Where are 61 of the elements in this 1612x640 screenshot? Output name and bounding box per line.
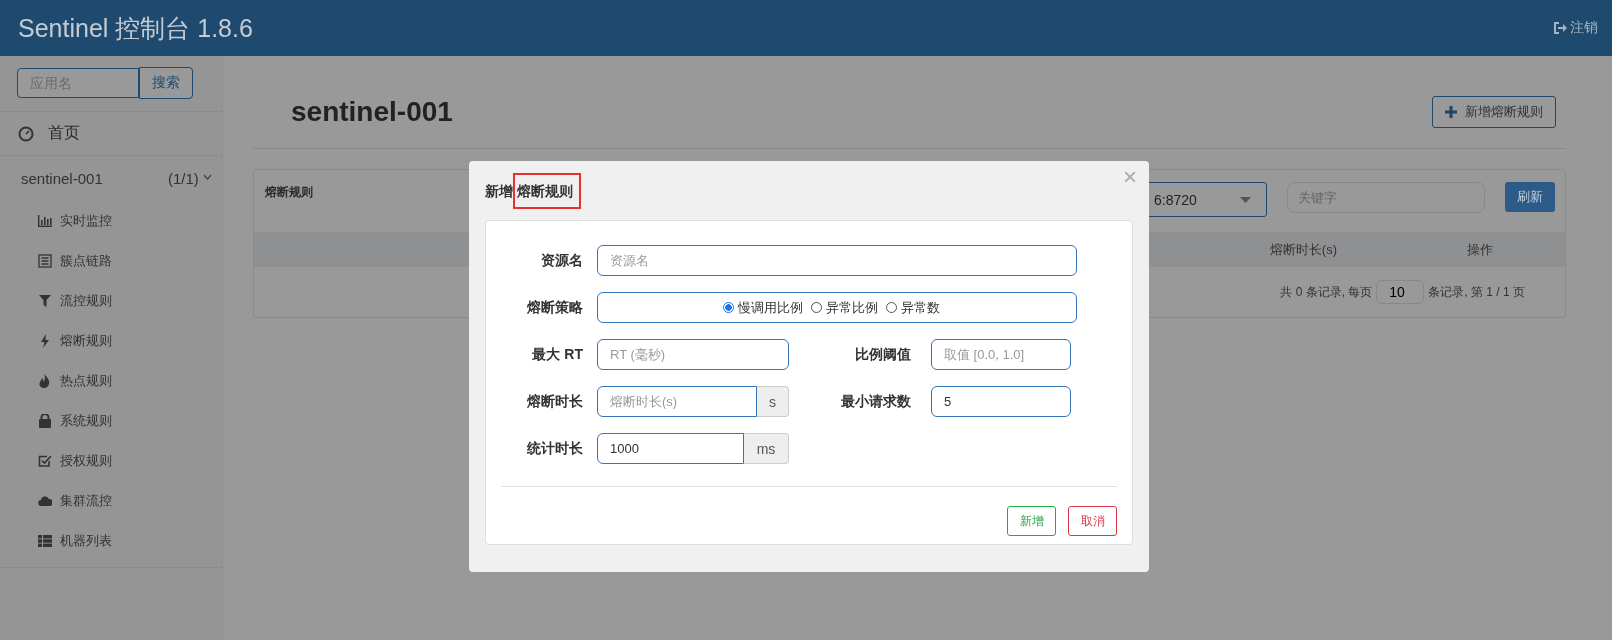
plus-icon	[1445, 106, 1457, 118]
sidebar-menu-item[interactable]: 簇点链路	[0, 241, 222, 281]
lock-icon	[38, 414, 52, 428]
pagination-text: 共 0 条记录, 每页	[1280, 283, 1373, 301]
min-requests-field[interactable]: 5	[931, 386, 1071, 417]
home-menu-item[interactable]: 首页	[0, 111, 222, 156]
field-label: 比例阈值	[854, 345, 911, 364]
ratio-field[interactable]: 取值 [0.0, 1.0]	[931, 339, 1071, 370]
dropdown-icon	[1240, 196, 1251, 203]
flame-icon	[38, 374, 52, 388]
list-icon	[38, 254, 52, 268]
strategy-option[interactable]: 慢调用比例	[722, 298, 803, 317]
field-label: 最大 RT	[531, 345, 583, 364]
app-menu-item[interactable]: sentinel-001 (1/1)	[0, 156, 222, 201]
dashboard-icon	[18, 125, 34, 142]
submit-button[interactable]: 新增	[1007, 506, 1056, 536]
field-label: 最小请求数	[840, 392, 911, 411]
column-header: 操作	[1467, 240, 1493, 259]
unit-label: ms	[744, 433, 789, 464]
sidebar-menu-item[interactable]: 授权规则	[0, 441, 222, 481]
radio-button[interactable]	[885, 302, 897, 313]
page-size-field[interactable]: 10	[1376, 280, 1425, 304]
page-title: sentinel-001	[291, 96, 453, 128]
app-title: Sentinel 控制台 1.8.6	[18, 12, 253, 44]
max-rt-field[interactable]: RT (毫秒)	[597, 339, 789, 370]
dialog-title: 新增	[485, 181, 513, 201]
column-header: 熔断时长(s)	[1269, 240, 1337, 259]
highlighted-title: 熔断规则	[513, 172, 581, 209]
logout-link[interactable]: 注销	[1554, 19, 1598, 37]
sidebar-menu-item[interactable]: 流控规则	[0, 281, 222, 321]
sidebar-menu-item[interactable]: 机器列表	[0, 521, 222, 561]
cancel-button[interactable]: 取消	[1068, 506, 1117, 536]
grid-list-icon	[38, 534, 52, 548]
sidebar-menu-item[interactable]: 实时监控	[0, 201, 222, 241]
pagination-text: 条记录, 第 1 / 1 页	[1428, 283, 1525, 301]
radio-button[interactable]	[722, 302, 734, 313]
lightning-icon	[38, 334, 52, 348]
sidebar-menu-item[interactable]: 热点规则	[0, 361, 222, 401]
sidebar-menu-item[interactable]: 系统规则	[0, 401, 222, 441]
field-label: 熔断策略	[526, 298, 583, 317]
resource-name-field[interactable]: 资源名	[597, 245, 1077, 276]
duration-field[interactable]: 熔断时长(s)	[597, 386, 757, 417]
panel-title: 熔断规则	[265, 184, 313, 201]
add-rule-button[interactable]: 新增熔断规则	[1432, 96, 1556, 128]
radio-button[interactable]	[810, 302, 822, 313]
cloud-icon	[38, 494, 52, 508]
field-label: 资源名	[540, 251, 583, 270]
logout-icon	[1554, 22, 1567, 34]
stat-interval-field[interactable]: 1000	[597, 433, 744, 464]
filter-icon	[38, 294, 52, 308]
search-button[interactable]: 搜索	[139, 67, 193, 99]
sidebar-menu-item[interactable]: 集群流控	[0, 481, 222, 521]
unit-label: s	[757, 386, 789, 417]
check-square-icon	[38, 454, 52, 468]
sidebar-menu-item[interactable]: 熔断规则	[0, 321, 222, 361]
strategy-option[interactable]: 异常比例	[810, 298, 878, 317]
field-label: 熔断时长	[526, 392, 583, 411]
strategy-option[interactable]: 异常数	[885, 298, 940, 317]
refresh-button[interactable]: 刷新	[1505, 182, 1555, 212]
field-label: 统计时长	[526, 439, 583, 458]
bar-chart-icon	[38, 214, 52, 228]
